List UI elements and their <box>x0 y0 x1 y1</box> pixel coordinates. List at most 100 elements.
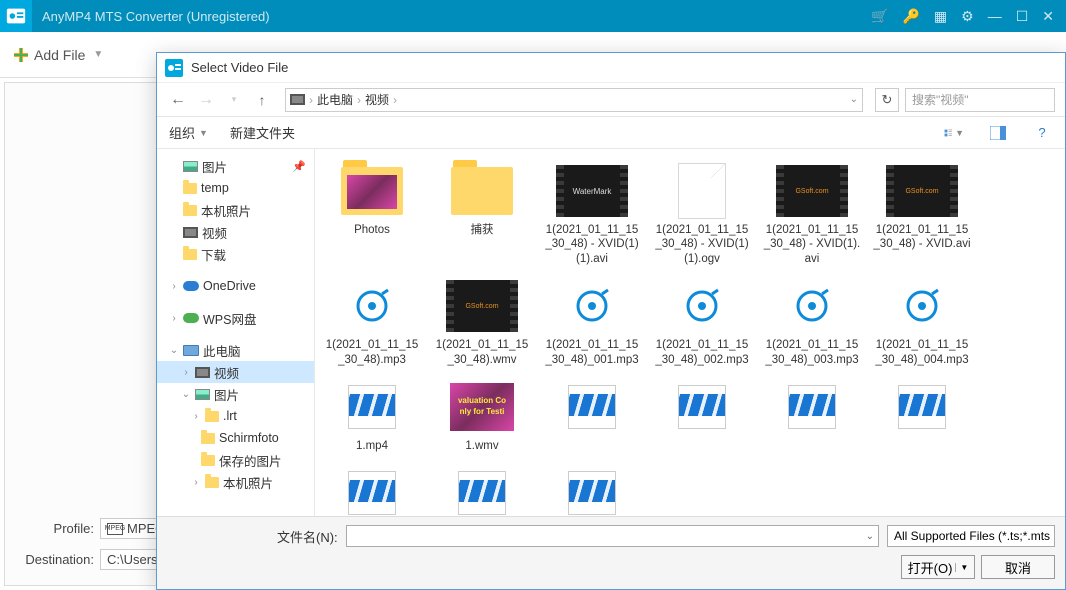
app-icon <box>0 0 32 32</box>
grid-icon[interactable]: ▦ <box>934 8 947 25</box>
main-bottom-panel: Profile: MPEGMPEG Destination: C:\Users\ <box>20 518 172 570</box>
file-thumb <box>554 278 630 334</box>
file-item[interactable]: 1(2021_01_11_15_30_48).mp3 <box>319 274 425 371</box>
file-item[interactable]: Photos <box>319 159 425 270</box>
settings-icon[interactable]: ⚙ <box>961 8 974 25</box>
file-item[interactable]: 1(2021_01_11_15_30_48)_001.mp3 <box>539 274 645 371</box>
tree-videos[interactable]: 视频 <box>157 221 314 243</box>
file-thumb <box>664 163 740 219</box>
file-thumb <box>554 465 630 516</box>
maximize-icon[interactable]: ☐ <box>1016 8 1029 25</box>
file-name: Photos <box>352 223 392 237</box>
nav-back[interactable]: ← <box>167 89 189 111</box>
file-item[interactable] <box>869 375 975 457</box>
path-icon <box>290 94 305 105</box>
search-input[interactable]: 搜索"视频" <box>905 88 1055 112</box>
nav-up[interactable]: ↑ <box>251 89 273 111</box>
file-thumb <box>664 379 740 435</box>
tree-local-photos[interactable]: 本机照片 <box>157 199 314 221</box>
nav-recent[interactable]: ▾ <box>223 89 245 111</box>
file-item[interactable] <box>539 375 645 457</box>
nav-forward[interactable]: → <box>195 89 217 111</box>
file-item[interactable] <box>539 461 645 516</box>
file-item[interactable]: 1.mp4 <box>319 375 425 457</box>
file-list[interactable]: Photos捕获WaterMark1(2021_01_11_15_30_48) … <box>315 149 1065 516</box>
file-item[interactable] <box>649 375 755 457</box>
tree-onedrive[interactable]: ›OneDrive <box>157 275 314 297</box>
file-thumb <box>334 465 410 516</box>
crumb-pc[interactable]: 此电脑 <box>317 91 353 108</box>
file-thumb <box>334 278 410 334</box>
add-file-button[interactable]: Add File ▼ <box>14 47 103 63</box>
file-item[interactable] <box>319 461 425 516</box>
preview-pane-button[interactable] <box>987 123 1009 143</box>
cart-icon[interactable]: 🛒 <box>871 8 888 25</box>
help-button[interactable]: ? <box>1031 123 1053 143</box>
titlebar-buttons: 🛒 🔑 ▦ ⚙ — ☐ ✕ <box>859 8 1066 25</box>
dialog-body: 图片📌 temp 本机照片 视频 下载 ›OneDrive ›WPS网盘 ⌄此电… <box>157 149 1065 516</box>
file-item[interactable]: GSoft.com1(2021_01_11_15_30_48) - XVID.a… <box>869 159 975 270</box>
file-name: 1(2021_01_11_15_30_48)_001.mp3 <box>541 338 643 367</box>
file-item[interactable]: 1(2021_01_11_15_30_48)_003.mp3 <box>759 274 865 371</box>
key-icon[interactable]: 🔑 <box>902 8 919 25</box>
file-item[interactable]: 1(2021_01_11_15_30_48)_004.mp3 <box>869 274 975 371</box>
cancel-button[interactable]: 取消 <box>981 555 1055 579</box>
file-item[interactable] <box>759 375 865 457</box>
breadcrumb[interactable]: › 此电脑 › 视频 › ⌄ <box>285 88 863 112</box>
close-icon[interactable]: ✕ <box>1042 8 1054 25</box>
tree-wps[interactable]: ›WPS网盘 <box>157 307 314 329</box>
tree-temp[interactable]: temp <box>157 177 314 199</box>
tree-lrt[interactable]: ›.lrt <box>157 405 314 427</box>
add-icon <box>14 48 28 62</box>
file-dialog: Select Video File ← → ▾ ↑ › 此电脑 › 视频 › ⌄… <box>156 52 1066 590</box>
organize-button[interactable]: 组织▼ <box>169 123 208 142</box>
tree-videos-selected[interactable]: ›视频 <box>157 361 314 383</box>
new-folder-button[interactable]: 新建文件夹 <box>230 123 295 142</box>
folder-tree: 图片📌 temp 本机照片 视频 下载 ›OneDrive ›WPS网盘 ⌄此电… <box>157 149 315 516</box>
file-thumb <box>884 278 960 334</box>
open-button[interactable]: 打开(O)▼ <box>901 555 975 579</box>
file-item[interactable]: 1(2021_01_11_15_30_48)_002.mp3 <box>649 274 755 371</box>
tree-saved-pics[interactable]: 保存的图片 <box>157 449 314 471</box>
dialog-titlebar: Select Video File <box>157 53 1065 83</box>
file-thumb <box>444 163 520 219</box>
tree-pictures[interactable]: 图片📌 <box>157 155 314 177</box>
tree-local-photos2[interactable]: ›本机照片 <box>157 471 314 493</box>
file-thumb: valuation Conly for Testi <box>444 379 520 435</box>
file-name: 1(2021_01_11_15_30_48) - XVID(1)(1).avi <box>541 223 643 266</box>
tree-this-pc[interactable]: ⌄此电脑 <box>157 339 314 361</box>
file-item[interactable]: GSoft.com1(2021_01_11_15_30_48) - XVID(1… <box>759 159 865 270</box>
tree-pictures2[interactable]: ⌄图片 <box>157 383 314 405</box>
file-thumb: GSoft.com <box>444 278 520 334</box>
file-item[interactable]: 捕获 <box>429 159 535 270</box>
filename-input[interactable]: ⌄ <box>346 525 879 547</box>
file-name: 1.mp4 <box>354 439 390 453</box>
file-item[interactable]: WaterMark1(2021_01_11_15_30_48) - XVID(1… <box>539 159 645 270</box>
tree-schirmfoto[interactable]: Schirmfoto <box>157 427 314 449</box>
file-thumb <box>334 163 410 219</box>
main-titlebar: AnyMP4 MTS Converter (Unregistered) 🛒 🔑 … <box>0 0 1066 32</box>
filetype-filter[interactable]: All Supported Files (*.ts;*.mts <box>887 525 1055 547</box>
file-name: 1(2021_01_11_15_30_48)_004.mp3 <box>871 338 973 367</box>
tree-downloads[interactable]: 下载 <box>157 243 314 265</box>
file-thumb: GSoft.com <box>774 163 850 219</box>
minimize-icon[interactable]: — <box>988 8 1002 25</box>
file-thumb <box>774 278 850 334</box>
file-name: 1(2021_01_11_15_30_48).wmv <box>431 338 533 367</box>
file-name: 1.wmv <box>463 439 500 453</box>
file-item[interactable]: GSoft.com 1(2021_01_11_15_30_48).wmv <box>429 274 535 371</box>
destination-label: Destination: <box>20 552 94 567</box>
dialog-toolbar: 组织▼ 新建文件夹 ▼ ? <box>157 117 1065 149</box>
file-thumb <box>884 379 960 435</box>
file-thumb <box>334 379 410 435</box>
file-item[interactable] <box>429 461 535 516</box>
file-item[interactable]: 1(2021_01_11_15_30_48) - XVID(1)(1).ogv <box>649 159 755 270</box>
view-mode-button[interactable]: ▼ <box>943 123 965 143</box>
crumb-videos[interactable]: 视频 <box>365 91 389 108</box>
pin-icon: 📌 <box>292 160 306 173</box>
path-dropdown-icon[interactable]: ⌄ <box>850 94 858 105</box>
refresh-button[interactable]: ↻ <box>875 88 899 112</box>
file-item[interactable]: valuation Conly for Testi 1.wmv <box>429 375 535 457</box>
file-thumb: WaterMark <box>554 163 630 219</box>
dialog-icon <box>165 59 183 77</box>
